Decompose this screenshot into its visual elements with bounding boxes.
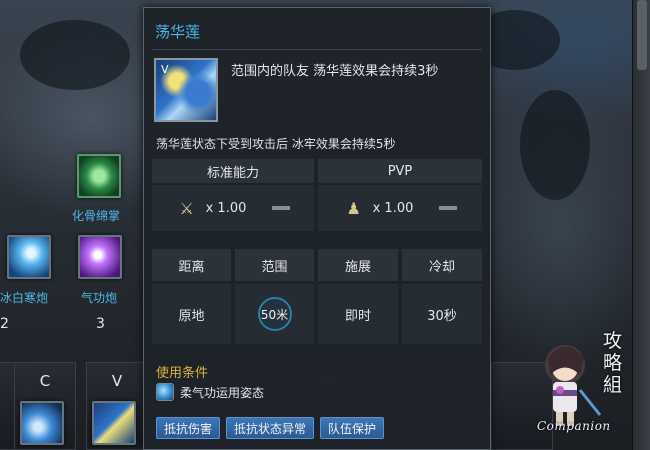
skill-icon-qigong-pao[interactable] xyxy=(78,235,122,279)
stat-value-range: 50米 xyxy=(260,307,289,322)
ink-splash xyxy=(20,20,130,90)
skill-icon-bingbai-hanpao[interactable] xyxy=(7,235,51,279)
stance-icon xyxy=(156,383,174,401)
divider xyxy=(152,49,482,50)
stat-value-distance: 原地 xyxy=(152,284,231,344)
skill-label: 气功炮 xyxy=(81,291,118,305)
tag-list: 抵抗伤害 抵抗状态异常 队伍保护 xyxy=(156,417,385,439)
hotbar-key-c: C xyxy=(39,372,51,390)
skill-label: 冰白寒炮 xyxy=(0,291,49,305)
ink-splash xyxy=(520,90,590,200)
stat-header-cooldown: 冷却 xyxy=(402,249,482,281)
pvp-header: PVP xyxy=(318,159,482,183)
stat-header-distance: 距离 xyxy=(152,249,231,281)
stat-header-range: 范围 xyxy=(235,249,314,281)
crossed-swords-icon: ⚔ xyxy=(179,198,194,218)
skill-count: 3 xyxy=(96,316,105,332)
condition-label: 使用条件 xyxy=(156,366,209,381)
condition-row: 柔气功运用姿态 xyxy=(156,383,264,401)
dash-icon xyxy=(272,206,291,210)
pvp-multiplier-cell: ♟ x 1.00 xyxy=(318,185,482,231)
skill-tooltip: 荡华莲 V 范围内的队友 荡华莲效果会持续3秒 荡华莲状态下受到攻击后 冰牢效果… xyxy=(143,7,491,450)
hotbar-key-v: V xyxy=(111,372,123,390)
stat-header-cast: 施展 xyxy=(318,249,398,281)
dash-icon xyxy=(439,206,458,210)
stat-value-range-cell: 50米 xyxy=(235,284,314,344)
ability-header: 标准能力 xyxy=(152,159,314,183)
tag-resist-status: 抵抗状态异常 xyxy=(226,417,315,439)
tag-party-protect: 队伍保护 xyxy=(320,417,385,439)
skill-description-extra: 荡华莲状态下受到攻击后 冰牢效果会持续5秒 xyxy=(156,137,396,151)
stat-value-cast: 即时 xyxy=(318,284,398,344)
hotbar-skill-icon-c[interactable] xyxy=(20,401,64,445)
range-circle-icon: 50米 xyxy=(257,297,292,331)
tooltip-title: 荡华莲 xyxy=(155,23,201,41)
pvp-helmet-icon: ♟ xyxy=(346,198,361,218)
watermark-calligraphy: 攻略組 xyxy=(603,330,623,396)
stat-value-cooldown: 30秒 xyxy=(402,284,482,344)
scrollbar[interactable] xyxy=(632,0,650,450)
scrollbar-thumb[interactable] xyxy=(637,0,647,70)
tag-resist-damage: 抵抗伤害 xyxy=(156,417,221,439)
ability-multiplier-cell: ⚔ x 1.00 xyxy=(152,185,314,231)
skill-icon-danghualian: V xyxy=(154,58,218,122)
ability-multiplier: x 1.00 xyxy=(205,200,247,216)
skill-icon-huagu-mianzhang[interactable] xyxy=(77,154,121,198)
condition-text: 柔气功运用姿态 xyxy=(180,385,265,400)
hotbar-skill-icon-v[interactable] xyxy=(92,401,136,445)
skill-key-label: V xyxy=(161,63,169,76)
pvp-multiplier: x 1.00 xyxy=(372,200,414,216)
skill-description: 范围内的队友 荡华莲效果会持续3秒 xyxy=(231,64,439,79)
skill-label: 化骨绵掌 xyxy=(72,209,121,223)
watermark-text: Companion xyxy=(537,419,611,433)
skill-count: 2 xyxy=(0,316,9,332)
